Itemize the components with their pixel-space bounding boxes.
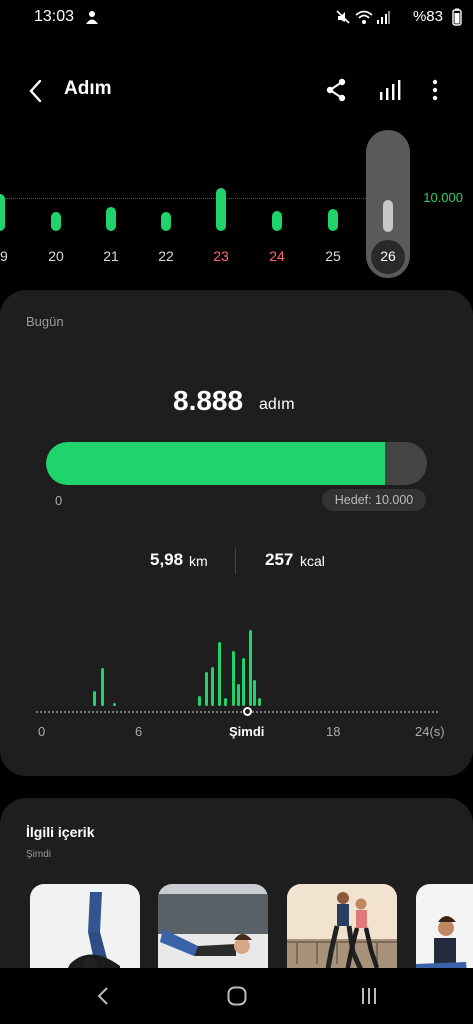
steps-progress-fill	[46, 442, 385, 485]
nav-recents-icon[interactable]	[357, 984, 381, 1008]
battery-percentage: %83	[412, 8, 443, 25]
day-bar[interactable]	[0, 194, 5, 231]
hour-bar	[112, 703, 116, 706]
nav-home-icon[interactable]	[225, 984, 249, 1008]
hour-bar	[258, 698, 262, 706]
hour-tick-0: 0	[38, 724, 46, 739]
hour-tick-now: Şimdi	[229, 724, 265, 739]
goal-label: 10.000	[423, 190, 463, 205]
selected-day-bar	[383, 200, 393, 232]
chart-icon[interactable]	[376, 76, 404, 104]
hour-tick-6: 6	[135, 724, 143, 739]
day-label[interactable]: 25	[318, 248, 348, 264]
hour-bar	[217, 642, 221, 706]
day-label[interactable]: 21	[96, 248, 126, 264]
battery-icon	[452, 8, 462, 26]
hour-bar	[253, 680, 257, 706]
wifi-icon	[355, 10, 373, 24]
mute-icon	[336, 10, 350, 24]
status-bar: 13:03 %83	[0, 0, 473, 36]
goal-line	[0, 198, 410, 199]
day-bar[interactable]	[272, 211, 282, 231]
day-label[interactable]: 20	[41, 248, 71, 264]
today-card: Bugün 8.888 adım 0 Hedef: 10.000 5,98 km…	[0, 290, 473, 776]
day-label[interactable]: 23	[206, 248, 236, 264]
now-marker	[243, 707, 252, 716]
day-label[interactable]: 26	[373, 248, 403, 264]
hour-bar	[211, 667, 215, 706]
hourly-steps-chart[interactable]: 0 6 Şimdi 18 24(s)	[0, 620, 473, 770]
hour-bar	[224, 698, 228, 706]
page-title: Adım	[64, 78, 112, 99]
day-label[interactable]: 19	[0, 248, 15, 264]
day-label[interactable]: 24	[262, 248, 292, 264]
hour-bar	[93, 691, 97, 706]
progress-start-label: 0	[55, 493, 63, 508]
related-subtitle: Şimdi	[26, 849, 52, 860]
hour-tick-24: 24(s)	[415, 724, 445, 739]
hour-bar	[248, 630, 252, 706]
calorie-unit: kcal	[300, 553, 325, 569]
goal-chip: Hedef: 10.000	[322, 489, 426, 511]
steps-unit: adım	[259, 396, 295, 413]
back-icon[interactable]	[22, 76, 50, 106]
stat-divider	[235, 548, 236, 574]
share-icon[interactable]	[322, 76, 350, 104]
hour-bar	[237, 684, 241, 706]
navigation-bar	[0, 968, 473, 1024]
hour-bar	[204, 672, 208, 706]
day-bar[interactable]	[106, 207, 116, 231]
steps-progress-bar	[46, 442, 427, 485]
hour-tick-18: 18	[326, 724, 341, 739]
nav-back-icon[interactable]	[92, 984, 116, 1008]
day-bar[interactable]	[216, 188, 226, 231]
hourly-baseline	[36, 711, 438, 713]
related-title: İlgili içerik	[26, 824, 95, 840]
steps-value: 8.888	[173, 385, 244, 416]
hour-bar	[198, 696, 202, 706]
day-label[interactable]: 22	[151, 248, 181, 264]
hour-bar	[242, 658, 246, 706]
day-bar[interactable]	[161, 212, 171, 231]
status-time: 13:03	[34, 8, 75, 25]
signal-icon	[377, 11, 390, 24]
today-label: Bugün	[26, 314, 64, 329]
hour-bar	[232, 651, 236, 706]
calorie-value: 257	[265, 550, 294, 569]
distance-value: 5,98	[150, 550, 184, 569]
distance-unit: km	[189, 553, 208, 569]
day-bar[interactable]	[51, 212, 61, 231]
more-icon[interactable]	[424, 76, 446, 104]
hour-bar	[101, 668, 105, 706]
day-bar[interactable]	[328, 209, 338, 231]
notification-icon	[86, 11, 98, 24]
daily-steps-strip[interactable]: 10.000 19 20 21 22 23 24 25 26	[0, 130, 473, 280]
